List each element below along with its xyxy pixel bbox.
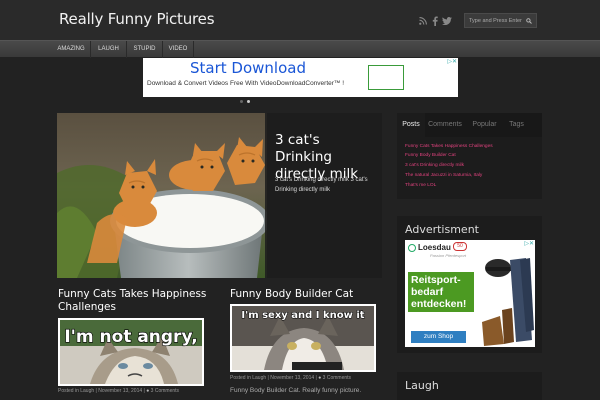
ad-tagline: Passion Pferdesport (430, 253, 467, 258)
ad-cta-box[interactable] (368, 65, 404, 90)
post-category[interactable]: Posted in Laugh (58, 388, 94, 394)
nav-item-video[interactable]: VIDEO (163, 41, 194, 58)
post-comments[interactable]: 3 Comments (323, 375, 351, 381)
featured-image[interactable] (57, 113, 270, 278)
thumbnail-caption: I'm not angry, (64, 327, 197, 347)
rss-icon[interactable] (418, 15, 428, 27)
post-excerpt: Funny Body Builder Cat. Really funny pic… (230, 387, 362, 394)
post-date: November 13, 2014 (98, 388, 143, 394)
post-thumbnail[interactable]: I'm not angry, (58, 318, 204, 386)
tab-tags[interactable]: Tags (504, 113, 529, 137)
nav-item-laugh[interactable]: LAUGH (91, 41, 127, 58)
tab-popular[interactable]: Popular (467, 113, 502, 137)
ad-choices-icon[interactable]: ▷✕ (524, 240, 534, 247)
list-item[interactable]: Funny Cats Takes Happiness Challenges (405, 144, 493, 149)
comment-icon: ● (318, 375, 322, 381)
facebook-icon[interactable] (430, 15, 440, 27)
list-item[interactable]: Funny Body Builder Cat (405, 153, 456, 158)
search-input[interactable] (465, 17, 523, 24)
ad-title[interactable]: Start Download (143, 59, 353, 77)
tab-comments[interactable]: Comments (425, 113, 465, 137)
site-title[interactable]: Really Funny Pictures (59, 10, 215, 28)
ad-dot[interactable] (240, 100, 243, 103)
ad-headline: Reitsport-bedarf entdecken! (408, 272, 474, 312)
list-item[interactable]: That's me LOL (405, 183, 436, 188)
ad-shop-button[interactable]: zum Shop (411, 331, 466, 343)
sidebar-ad[interactable]: Loesdau 50 Passion Pferdesport Reitsport… (405, 240, 535, 347)
nav-item-stupid[interactable]: STUPID (127, 41, 163, 58)
post-title[interactable]: Funny Body Builder Cat (230, 288, 380, 301)
ad-logo: Loesdau (408, 243, 451, 252)
tab-posts[interactable]: Posts (397, 113, 425, 137)
search-icon[interactable] (523, 14, 535, 27)
widget-title: Advertisment (405, 223, 479, 236)
post-meta: Posted in Laugh | November 13, 2014 | ● … (230, 375, 352, 381)
nav-item-amazing[interactable]: AMAZING (52, 41, 91, 58)
comment-icon: ● (146, 388, 150, 394)
logo-icon (408, 243, 416, 252)
ad-dot[interactable] (247, 100, 250, 103)
post-title[interactable]: Funny Cats Takes Happiness Challenges (58, 288, 208, 314)
main-nav: AMAZING LAUGH STUPID VIDEO (0, 40, 600, 58)
post-comments[interactable]: 3 Comments (151, 388, 179, 394)
post-meta: Posted in Laugh | November 13, 2014 | ● … (58, 388, 180, 394)
twitter-icon[interactable] (441, 15, 453, 27)
widget-title: Laugh (405, 379, 439, 392)
post-category[interactable]: Posted in Laugh (230, 375, 266, 381)
ad-subtitle: Download & Convert Videos Free With Vide… (147, 80, 345, 87)
ad-choices-icon[interactable]: ▷✕ (447, 58, 457, 65)
featured-excerpt: 3 cat's Drinking directly milk 3 cat's D… (275, 177, 368, 193)
site-header: Really Funny Pictures (0, 0, 600, 40)
ad-badge: 50 (453, 242, 467, 251)
tab-post-list: Funny Cats Takes Happiness Challenges Fu… (397, 137, 542, 199)
sidebar-tabs: Posts Comments Popular Tags (397, 113, 542, 137)
thumbnail-caption: I'm sexy and I know it (241, 310, 364, 321)
search-box (464, 13, 537, 28)
list-item[interactable]: 3 cat's Drinking directly milk (405, 163, 464, 168)
list-item[interactable]: The natural Jacuzzi in Saturnia, Italy (405, 173, 482, 178)
post-thumbnail[interactable]: I'm sexy and I know it (230, 304, 376, 372)
post-date: November 13, 2014 (270, 375, 315, 381)
ad-carousel-dots (240, 90, 254, 108)
ad-banner[interactable]: Start Download Download & Convert Videos… (143, 58, 458, 97)
ad-product-image (482, 258, 534, 346)
